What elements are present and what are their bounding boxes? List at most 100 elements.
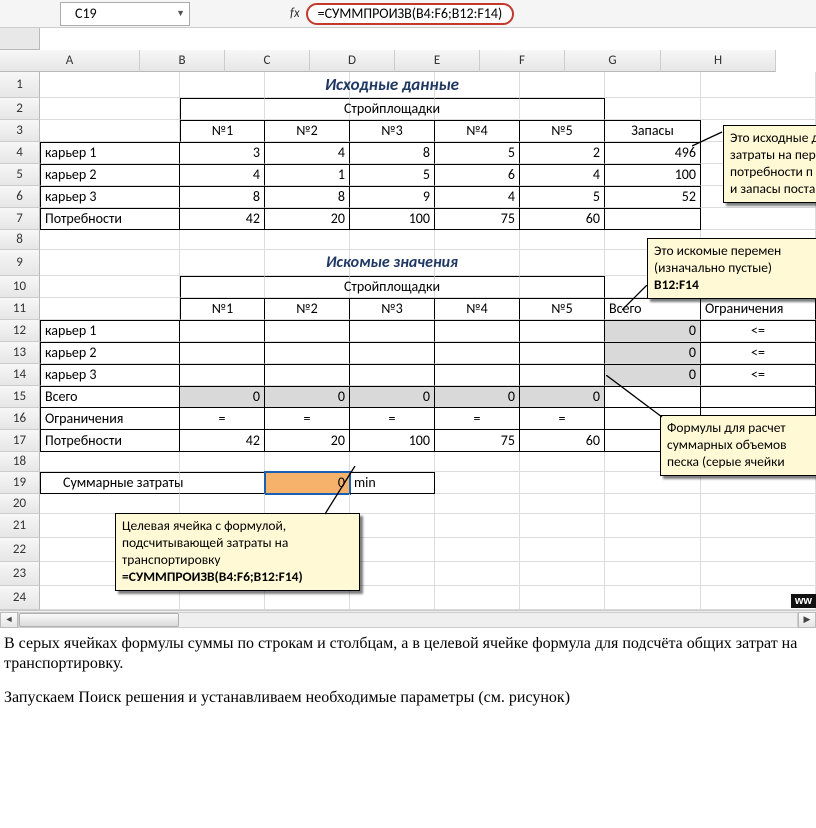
cell[interactable]: =	[435, 408, 520, 430]
cell[interactable]: 4	[180, 164, 265, 186]
row-header[interactable]: 22	[0, 538, 40, 562]
cell[interactable]	[350, 364, 435, 386]
cell[interactable]: 20	[265, 430, 350, 452]
cell[interactable]	[520, 562, 605, 586]
cell[interactable]: 8	[180, 186, 265, 208]
cell[interactable]: 3	[180, 142, 265, 164]
cell[interactable]	[180, 342, 265, 364]
select-all-corner[interactable]	[0, 28, 40, 50]
cell[interactable]: =	[265, 408, 350, 430]
cell[interactable]	[180, 72, 265, 98]
cell[interactable]	[180, 452, 265, 472]
cell[interactable]	[605, 208, 701, 230]
cell[interactable]: 42	[180, 430, 265, 452]
row-header[interactable]: 11	[0, 298, 40, 320]
cell[interactable]: Суммарные затраты	[40, 472, 180, 494]
cell[interactable]	[435, 514, 520, 538]
cell[interactable]	[40, 494, 180, 514]
cell[interactable]	[265, 276, 350, 298]
column-header[interactable]: A	[0, 50, 140, 72]
cell[interactable]	[180, 98, 265, 120]
cell[interactable]	[265, 320, 350, 342]
cell[interactable]: №4	[435, 120, 520, 142]
cell[interactable]: карьер 2	[40, 342, 180, 364]
cell[interactable]	[605, 72, 701, 98]
cell[interactable]	[40, 98, 180, 120]
cell[interactable]	[435, 230, 520, 250]
cell[interactable]: min	[350, 472, 435, 494]
cell[interactable]	[605, 494, 701, 514]
cell[interactable]	[435, 342, 520, 364]
row-header[interactable]: 4	[0, 142, 40, 164]
cell[interactable]	[180, 494, 265, 514]
cell[interactable]: №2	[265, 298, 350, 320]
cell[interactable]	[605, 98, 701, 120]
scroll-left-button[interactable]: ◄	[0, 612, 18, 628]
row-header[interactable]: 13	[0, 342, 40, 364]
column-header[interactable]: D	[310, 50, 395, 72]
cell[interactable]	[435, 276, 520, 298]
row-header[interactable]: 12	[0, 320, 40, 342]
cell[interactable]: Искомые значения	[350, 250, 435, 276]
row-header[interactable]: 2	[0, 98, 40, 120]
cell[interactable]: карьер 3	[40, 364, 180, 386]
cell[interactable]	[350, 342, 435, 364]
row-header[interactable]: 17	[0, 430, 40, 452]
cell[interactable]	[520, 320, 605, 342]
row-header[interactable]: 18	[0, 452, 40, 472]
cell[interactable]: 0	[435, 386, 520, 408]
cell[interactable]: =	[350, 408, 435, 430]
cell[interactable]: 4	[520, 164, 605, 186]
cell[interactable]: <=	[701, 342, 816, 364]
cell[interactable]	[520, 452, 605, 472]
cell[interactable]	[265, 364, 350, 386]
cell[interactable]	[40, 72, 180, 98]
cell[interactable]: 8	[350, 142, 435, 164]
cell[interactable]: карьер 1	[40, 320, 180, 342]
cell[interactable]	[435, 472, 520, 494]
cell[interactable]	[520, 472, 605, 494]
cell[interactable]	[40, 230, 180, 250]
cell[interactable]	[350, 320, 435, 342]
row-header[interactable]: 10	[0, 276, 40, 298]
cell[interactable]	[520, 342, 605, 364]
cell[interactable]: 42	[180, 208, 265, 230]
cell[interactable]: 75	[435, 208, 520, 230]
row-header[interactable]: 14	[0, 364, 40, 386]
cell[interactable]: 0	[265, 386, 350, 408]
scroll-track[interactable]	[18, 612, 798, 628]
cell[interactable]: 5	[350, 164, 435, 186]
cell[interactable]: Потребности	[40, 208, 180, 230]
cell[interactable]: 2	[520, 142, 605, 164]
cell[interactable]	[435, 72, 520, 98]
row-header[interactable]: 7	[0, 208, 40, 230]
cell[interactable]	[701, 538, 816, 562]
cell[interactable]	[435, 98, 520, 120]
row-header[interactable]: 3	[0, 120, 40, 142]
cell[interactable]	[520, 364, 605, 386]
fx-label[interactable]: fx	[290, 6, 300, 21]
row-header[interactable]: 24	[0, 586, 40, 610]
cell[interactable]: 20	[265, 208, 350, 230]
cell[interactable]	[701, 98, 816, 120]
cell[interactable]: №2	[265, 120, 350, 142]
cell[interactable]: карьер 2	[40, 164, 180, 186]
cell[interactable]	[520, 586, 605, 610]
cell[interactable]	[605, 386, 701, 408]
cell[interactable]: №1	[180, 120, 265, 142]
cell[interactable]: =	[520, 408, 605, 430]
cell[interactable]	[605, 514, 701, 538]
row-header[interactable]: 15	[0, 386, 40, 408]
cell[interactable]: Стройплощадки	[350, 276, 435, 298]
cell[interactable]	[40, 298, 180, 320]
cell[interactable]: Запасы	[605, 120, 701, 142]
cell[interactable]	[40, 452, 180, 472]
cell[interactable]: 5	[435, 142, 520, 164]
cell[interactable]	[701, 386, 816, 408]
row-header[interactable]: 9	[0, 250, 40, 276]
cell[interactable]: Всего	[40, 386, 180, 408]
cell[interactable]	[265, 230, 350, 250]
column-header[interactable]: H	[661, 50, 776, 72]
cell[interactable]: Потребности	[40, 430, 180, 452]
cell[interactable]	[265, 342, 350, 364]
